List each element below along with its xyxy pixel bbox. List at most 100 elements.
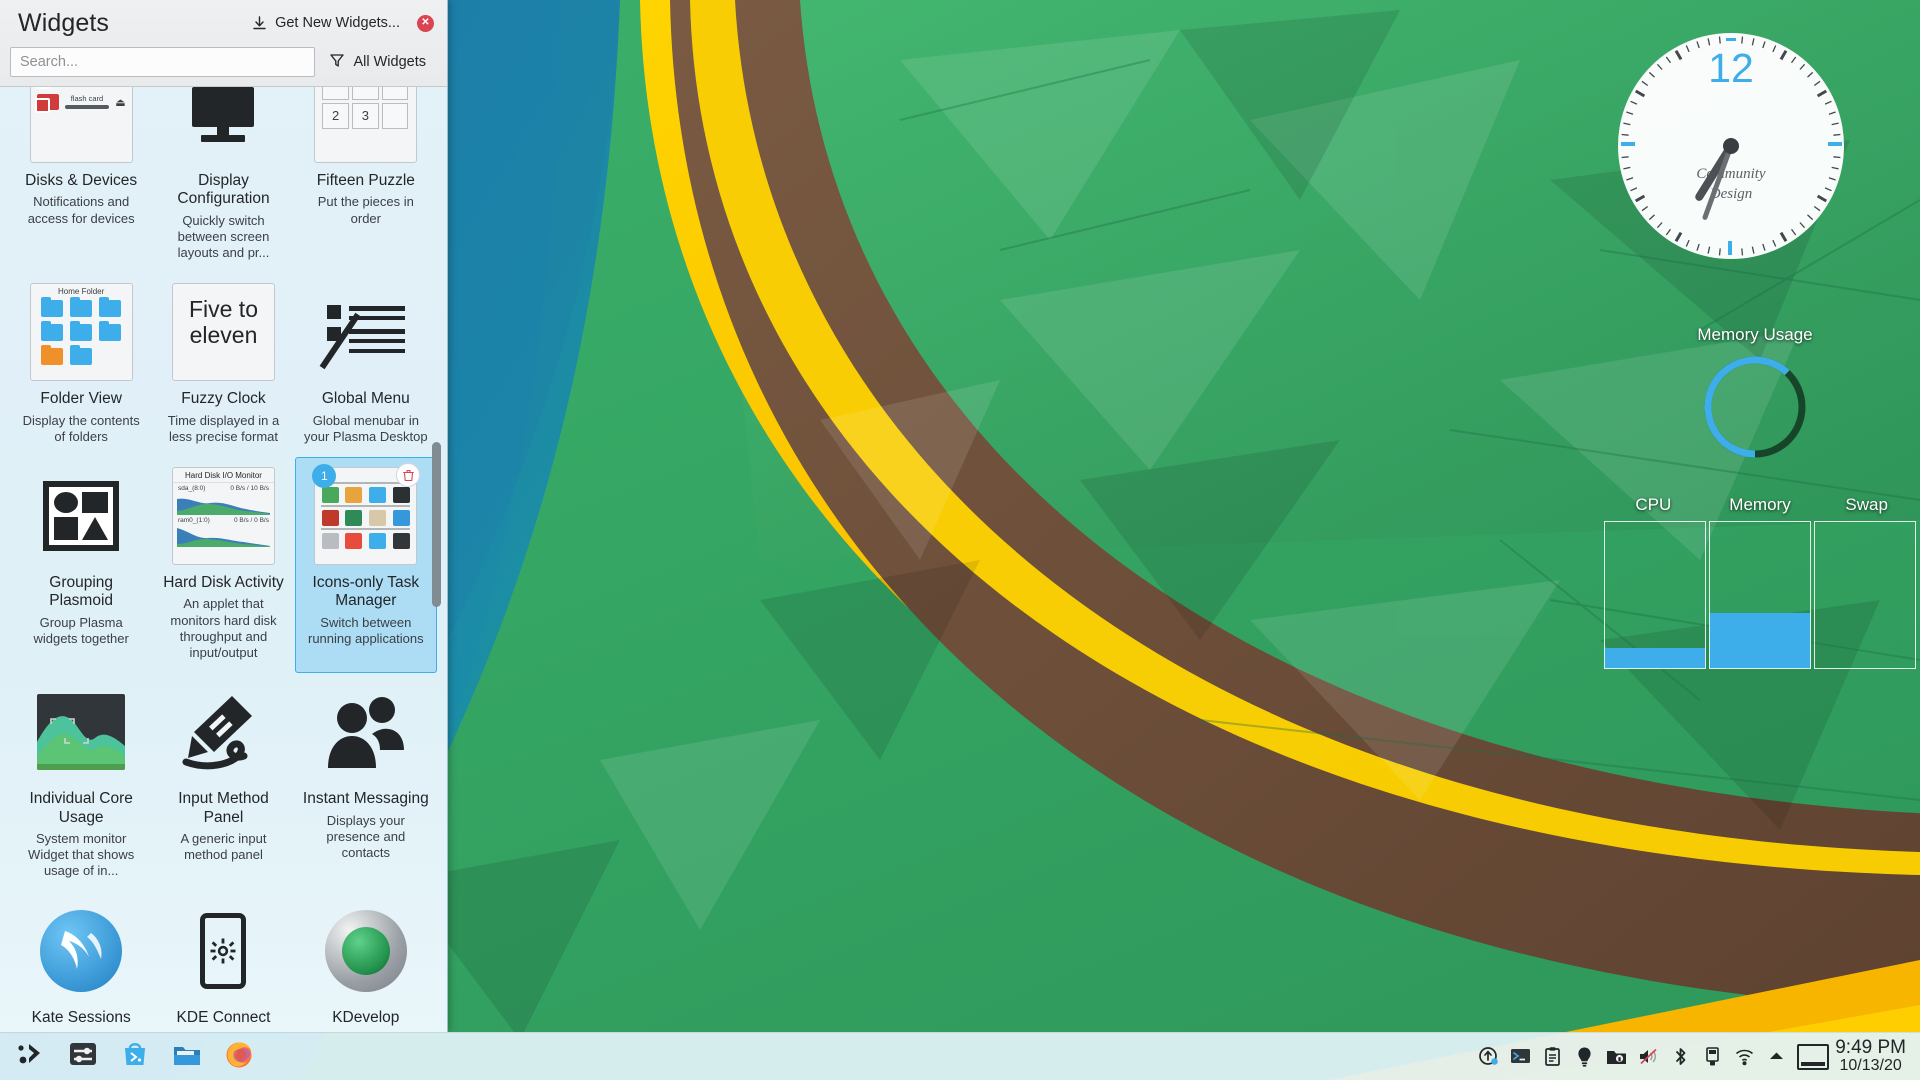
vault-icon[interactable] bbox=[1606, 1046, 1627, 1067]
widget-name: Individual Core Usage bbox=[29, 790, 133, 826]
widget-name: Icons-only Task Manager bbox=[312, 574, 420, 610]
widgets-explorer-panel: Widgets Get New Widgets... ✕ Search... A… bbox=[0, 0, 448, 1032]
widget-name: Global Menu bbox=[321, 390, 410, 408]
memory-usage-title: Memory Usage bbox=[1697, 325, 1813, 344]
download-icon bbox=[251, 15, 268, 32]
widget-name: KDE Connect bbox=[176, 1008, 271, 1026]
widget-card[interactable]: KDE Connect bbox=[152, 892, 294, 1032]
clock-marker-12 bbox=[1726, 38, 1736, 41]
clock-marker-6 bbox=[1728, 241, 1732, 255]
search-input[interactable] bbox=[10, 47, 316, 77]
widget-card[interactable]: Home Folder Folder View Display the conte… bbox=[10, 273, 152, 457]
folder-view-preview: Home Folder bbox=[29, 283, 133, 382]
removable-media-icon[interactable] bbox=[1702, 1046, 1723, 1067]
volume-muted-icon[interactable] bbox=[1638, 1046, 1659, 1067]
bluetooth-icon[interactable] bbox=[1670, 1046, 1691, 1067]
clipboard-icon[interactable] bbox=[1542, 1046, 1563, 1067]
widget-thumbnail bbox=[314, 683, 417, 781]
system-monitor-bar-memory[interactable] bbox=[1709, 521, 1811, 669]
memory-usage-widget[interactable]: Memory Usage bbox=[1630, 325, 1880, 465]
system-monitor-bar-cpu[interactable] bbox=[1604, 521, 1706, 669]
system-tray bbox=[1478, 1046, 1797, 1067]
widget-card[interactable]: Input Method Panel A generic input method… bbox=[152, 673, 294, 891]
widget-thumbnail: flash card ⏏ bbox=[29, 87, 133, 163]
widgets-list-scrollbar[interactable] bbox=[432, 442, 441, 607]
system-monitor-bar-swap[interactable] bbox=[1814, 521, 1916, 669]
digital-clock[interactable]: 9:49 PM 10/13/20 bbox=[1829, 1038, 1920, 1075]
widget-card[interactable]: flash card ⏏ Disks & Devices Notifications… bbox=[10, 87, 152, 273]
taskbar-discover-button[interactable] bbox=[112, 1035, 158, 1079]
global-menu-preview bbox=[319, 301, 405, 370]
widget-card[interactable]: 2 3 Fifteen Puzzle Put the pieces in order bbox=[295, 87, 437, 273]
widget-name: Instant Messaging bbox=[302, 790, 429, 808]
system-monitor-labels: CPU Memory Swap bbox=[1600, 495, 1920, 521]
kdevelop-preview bbox=[324, 909, 407, 992]
widget-card[interactable]: Instant Messaging Displays your presence … bbox=[295, 673, 437, 891]
all-widgets-filter-button[interactable]: All Widgets bbox=[323, 47, 434, 77]
widget-name: Folder View bbox=[40, 390, 122, 408]
widget-card[interactable]: 1 Icons-only Task Manager Switch between … bbox=[294, 457, 437, 674]
taskbar-application-launcher-button[interactable] bbox=[8, 1035, 54, 1079]
hard-disk-preview: Hard Disk I/O Monitor sda_(8:0) 0 B/s / 1… bbox=[171, 467, 275, 566]
system-monitor-bars bbox=[1600, 521, 1920, 669]
instant-messaging-preview bbox=[320, 694, 412, 770]
widget-description: Notifications and access for devices bbox=[27, 194, 135, 226]
widget-card[interactable]: Individual Core Usage System monitor Widg… bbox=[10, 673, 152, 891]
kate-sessions-preview bbox=[40, 909, 123, 992]
individual-core-usage-preview bbox=[37, 694, 126, 771]
widget-name: Input Method Panel bbox=[178, 790, 269, 826]
widget-description: Global menubar in your Plasma Desktop bbox=[304, 412, 428, 444]
widget-card[interactable]: Display Configuration Quickly switch betw… bbox=[152, 87, 294, 273]
terminal-icon[interactable] bbox=[1510, 1046, 1531, 1067]
widget-description: Displays your presence and contacts bbox=[326, 812, 406, 861]
page-title: Widgets bbox=[18, 8, 110, 37]
taskbar-panel: 9:49 PM 10/13/20 bbox=[0, 1032, 1920, 1080]
get-new-widgets-button[interactable]: Get New Widgets... bbox=[251, 15, 400, 32]
show-hidden-icon[interactable] bbox=[1766, 1046, 1787, 1067]
widget-name: Disks & Devices bbox=[25, 172, 138, 189]
widget-name: KDevelop bbox=[332, 1008, 400, 1026]
taskbar-file-manager-button[interactable] bbox=[164, 1035, 210, 1079]
widget-thumbnail bbox=[172, 87, 275, 163]
clock-time: 9:49 PM bbox=[1835, 1037, 1906, 1059]
analog-clock-widget[interactable]: 12 Community Design bbox=[1615, 30, 1847, 262]
widget-card[interactable]: KDevelop bbox=[295, 892, 437, 1032]
widget-name: Fuzzy Clock bbox=[181, 390, 266, 408]
kde-connect-preview bbox=[200, 912, 247, 989]
fifteen-puzzle-preview: 23 bbox=[314, 87, 418, 163]
widget-name: Grouping Plasmoid bbox=[49, 574, 114, 610]
widget-description: An applet that monitors hard disk throug… bbox=[170, 596, 277, 661]
memory-usage-ring bbox=[1704, 356, 1806, 458]
all-widgets-label: All Widgets bbox=[353, 54, 426, 70]
widget-card[interactable]: Kate Sessions bbox=[10, 892, 152, 1032]
task-manager-preview: 1 bbox=[312, 463, 421, 566]
widget-card[interactable]: Global Menu Global menubar in your Plasma… bbox=[295, 273, 437, 457]
updates-icon[interactable] bbox=[1478, 1046, 1499, 1067]
network-wifi-icon[interactable] bbox=[1734, 1046, 1755, 1067]
widget-description: Time displayed in a less precise format bbox=[167, 412, 280, 444]
notifications-icon[interactable] bbox=[1574, 1046, 1595, 1067]
widget-card[interactable]: Grouping Plasmoid Group Plasma widgets to… bbox=[10, 457, 152, 673]
widgets-panel-header: Widgets Get New Widgets... ✕ Search... A… bbox=[0, 0, 447, 87]
grouping-plasmoid-preview bbox=[43, 481, 120, 552]
close-icon[interactable] bbox=[417, 14, 434, 32]
widget-card[interactable]: Five to eleven Fuzzy Clock Time displayed i… bbox=[152, 273, 294, 457]
system-monitor-widget[interactable]: CPU Memory Swap bbox=[1600, 495, 1920, 695]
widget-name: Hard Disk Activity bbox=[163, 574, 284, 592]
widget-thumbnail bbox=[314, 902, 417, 1000]
widget-description: A generic input method panel bbox=[180, 830, 267, 863]
widget-card[interactable]: Hard Disk I/O Monitor sda_(8:0) 0 B/s / 1… bbox=[152, 457, 294, 673]
widget-thumbnail bbox=[314, 283, 417, 381]
taskbar-system-settings-button[interactable] bbox=[60, 1035, 106, 1079]
widget-description: Quickly switch between screen layouts an… bbox=[177, 212, 270, 261]
widget-thumbnail bbox=[172, 902, 275, 1000]
pager-widget[interactable] bbox=[1797, 1043, 1830, 1070]
widgets-list-viewport: flash card ⏏ Disks & Devices Notifications… bbox=[0, 87, 447, 1032]
taskbar-firefox-button[interactable] bbox=[216, 1035, 262, 1079]
system-monitor-label-memory: Memory bbox=[1729, 495, 1791, 514]
taskbar-launchers bbox=[0, 1035, 262, 1079]
widget-description: Switch between running applications bbox=[308, 614, 424, 646]
widget-thumbnail: Hard Disk I/O Monitor sda_(8:0) 0 B/s / 1… bbox=[171, 467, 275, 566]
clock-center-pin bbox=[1723, 138, 1739, 154]
widget-name: Kate Sessions bbox=[31, 1008, 131, 1026]
